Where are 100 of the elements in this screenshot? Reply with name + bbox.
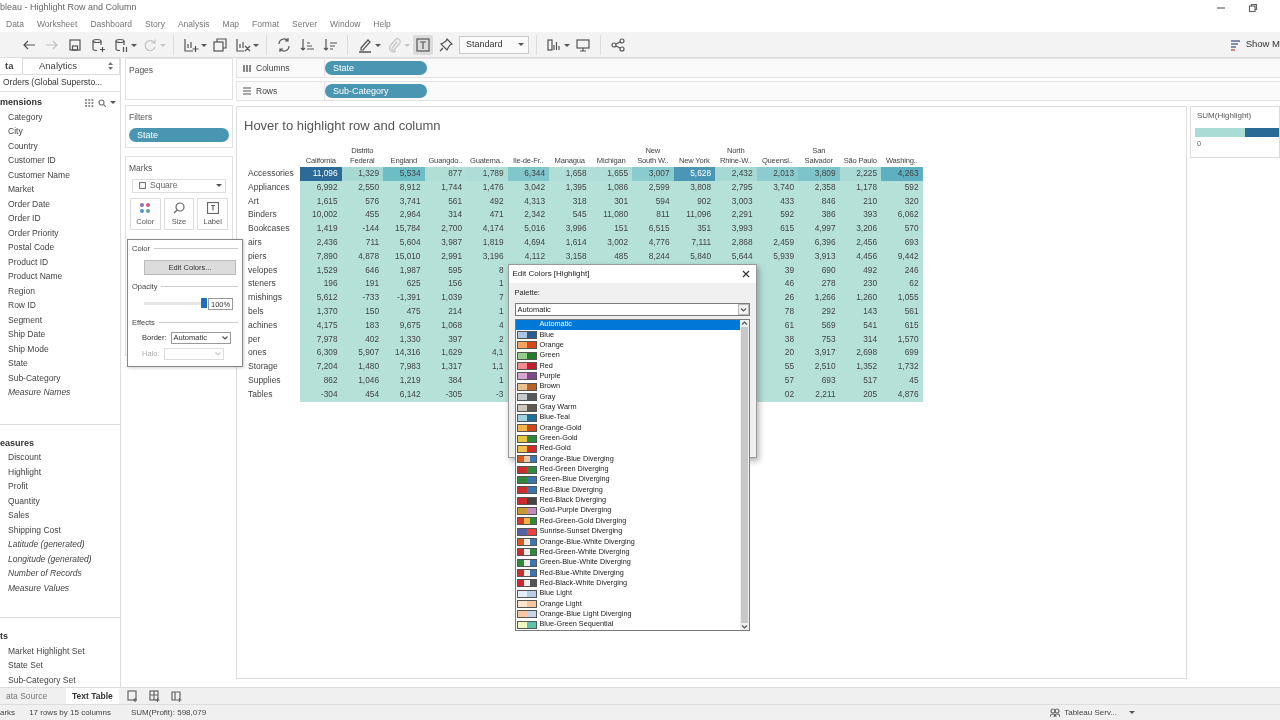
table-cell: 3,206 [839, 222, 881, 236]
field-item[interactable]: Ship Mode [0, 341, 120, 356]
table-cell: 5,534 [383, 167, 425, 181]
field-item[interactable]: Measure Names [0, 385, 120, 400]
row-header: Accessories [247, 167, 295, 180]
table-cell: 1,419 [300, 222, 342, 236]
sheet-tab[interactable]: Text Table [66, 688, 119, 704]
field-item[interactable]: Sales [0, 508, 120, 523]
table-cell: 386 [798, 208, 840, 223]
field-item[interactable]: Order Date [0, 196, 120, 211]
field-item[interactable]: Profit [0, 479, 120, 494]
table-cell: 230 [839, 277, 881, 292]
table-cell: 1,789 [466, 167, 508, 181]
scrollbar[interactable] [739, 319, 749, 630]
table-cell: 62 [881, 277, 923, 292]
chevron-icon [737, 303, 749, 315]
menu-item[interactable]: Data [6, 17, 24, 31]
field-item[interactable]: Highlight [0, 464, 120, 479]
table-cell: 5,016 [507, 222, 549, 236]
show-me-button[interactable]: Show M [1229, 37, 1280, 52]
menu-item[interactable]: Analysis [177, 17, 210, 31]
field-item[interactable]: State Set [0, 658, 120, 673]
field-item[interactable]: Postal Code [0, 240, 120, 255]
menu-item[interactable]: Dashboard [90, 17, 133, 31]
restore-icon[interactable] [1248, 3, 1258, 13]
field-item[interactable]: Row ID [0, 298, 120, 313]
table-cell: 351 [673, 222, 715, 236]
color-dots-icon [139, 201, 152, 214]
field-item[interactable]: Sub-Category [0, 370, 120, 385]
field-item[interactable]: Ship Date [0, 327, 120, 342]
text-label-icon[interactable] [413, 34, 433, 55]
row-header: Bookcases [247, 222, 291, 236]
field-item[interactable]: Order Priority [0, 225, 120, 240]
table-cell: 615 [756, 222, 798, 236]
field-item[interactable]: Segment [0, 312, 120, 327]
slider-thumb[interactable] [201, 298, 207, 308]
columns-icon [243, 64, 251, 72]
new-story-icon[interactable] [170, 690, 183, 702]
field-item[interactable]: Customer Name [0, 167, 120, 182]
field-item[interactable]: Order ID [0, 211, 120, 226]
scroll-down-icon[interactable] [740, 623, 748, 630]
field-item[interactable]: Latitude (generated) [0, 537, 120, 552]
table-cell: 14,316 [383, 346, 425, 361]
caret-icon[interactable] [110, 101, 116, 104]
field-item[interactable]: Measure Values [0, 580, 120, 595]
caret-icon [216, 184, 222, 187]
table-cell: 11,096 [300, 167, 342, 181]
field-item[interactable]: Number of Records [0, 566, 120, 581]
mark-type-dropdown[interactable]: Square [132, 178, 226, 193]
table-cell: 1,266 [798, 291, 840, 305]
field-item[interactable]: Country [0, 138, 120, 153]
table-cell: 7,983 [383, 360, 425, 374]
field-item[interactable]: Market [0, 182, 120, 197]
grid-view-icon[interactable] [85, 98, 94, 107]
row-header: piers [247, 249, 268, 263]
field-item[interactable]: Category [0, 109, 120, 124]
scroll-up-icon[interactable] [740, 319, 748, 326]
menu-item[interactable]: Worksheet [36, 17, 78, 31]
pane-tab[interactable]: ta [0, 58, 22, 74]
menu-item[interactable]: Window [330, 17, 361, 31]
field-item[interactable]: Sub-Category Set [0, 672, 120, 687]
table-cell: 2,342 [507, 208, 549, 223]
table-cell: 2,432 [715, 167, 757, 181]
table-cell: 7,204 [300, 360, 342, 374]
field-item[interactable]: Product Name [0, 269, 120, 284]
table-cell: 3,996 [549, 222, 591, 236]
shelf-label: Rows [256, 84, 278, 98]
menu-item[interactable]: Story [145, 17, 165, 31]
field-item[interactable]: Region [0, 283, 120, 298]
menu-item[interactable]: Map [222, 17, 240, 31]
data-source-tab[interactable]: ata Source [0, 688, 66, 704]
field-item[interactable]: Customer ID [0, 153, 120, 168]
menu-item[interactable]: Format [252, 17, 279, 31]
field-item[interactable]: Quantity [0, 493, 120, 508]
new-worksheet-icon[interactable] [126, 690, 139, 702]
data-source-name[interactable]: Orders (Global Supersto... [0, 73, 120, 92]
menu-item[interactable]: Server [292, 17, 318, 31]
section-header: easures [0, 436, 35, 450]
table-cell: 11,080 [590, 208, 632, 223]
field-item[interactable]: City [0, 124, 120, 139]
field-item[interactable]: Market Highlight Set [0, 643, 120, 658]
field-item[interactable]: State [0, 356, 120, 371]
field-item[interactable]: Product ID [0, 254, 120, 269]
new-dashboard-icon[interactable] [148, 690, 161, 702]
row-header: airs [247, 236, 263, 249]
row-header: Storage [247, 360, 279, 374]
field-item[interactable]: Longitude (generated) [0, 551, 120, 566]
pane-tab[interactable]: Analytics [22, 58, 120, 74]
row-header: ones [247, 346, 268, 360]
table-cell: 3,007 [632, 167, 674, 181]
fit-dropdown[interactable]: Standard [459, 35, 529, 54]
server-status[interactable]: Tableau Serv... [1064, 706, 1117, 719]
field-item[interactable]: Discount [0, 450, 120, 465]
menu-item[interactable]: Help [373, 17, 391, 31]
caret-icon[interactable] [1129, 711, 1135, 714]
search-icon[interactable] [98, 98, 106, 107]
table-cell: 2,510 [798, 360, 840, 374]
close-icon[interactable] [741, 269, 750, 278]
table-cell: 2,698 [839, 346, 881, 361]
field-item[interactable]: Shipping Cost [0, 522, 120, 537]
